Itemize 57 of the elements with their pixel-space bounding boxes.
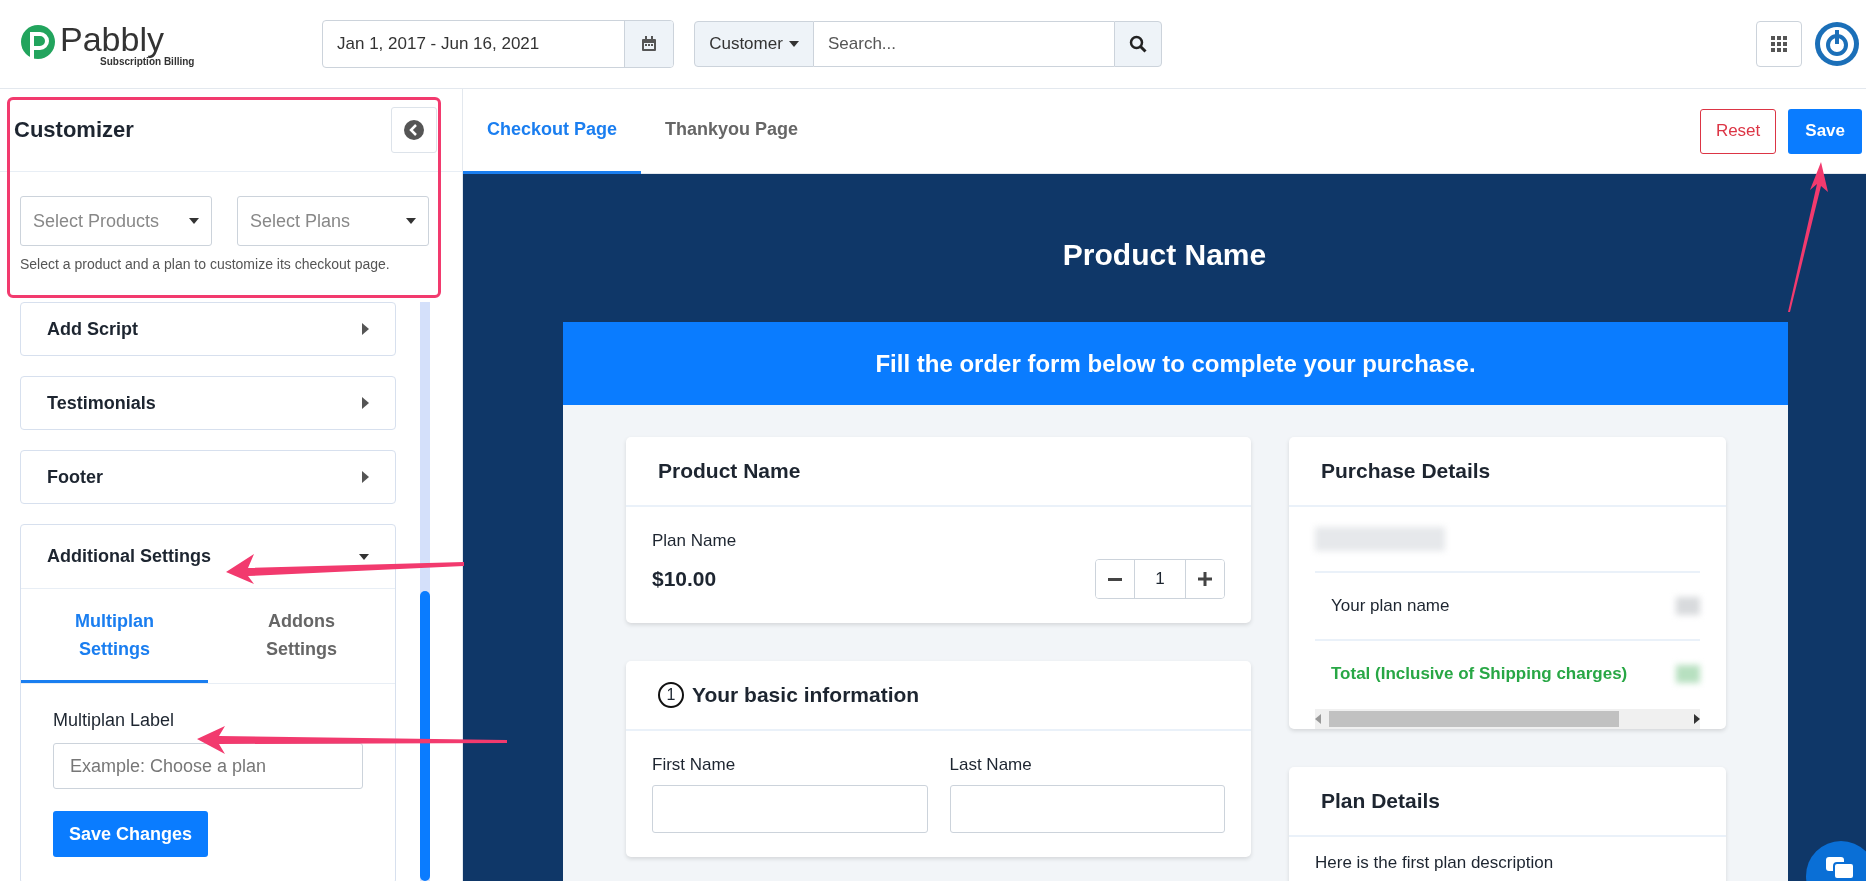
horizontal-scrollbar[interactable] (1315, 709, 1700, 729)
help-text: Select a product and a plan to customize its checkout page. (19, 255, 391, 272)
apps-button[interactable] (1756, 21, 1802, 67)
price: $10.00 (652, 567, 717, 591)
settings-tab[interactable]: Addons Settings (208, 589, 395, 683)
scroll-right-icon (1694, 714, 1700, 724)
text-field[interactable] (949, 785, 1225, 833)
scrollbar-thumb[interactable] (420, 591, 430, 881)
total-label: Total (Inclusive of Shipping charges) (1331, 664, 1628, 684)
calendar-button[interactable] (625, 21, 673, 67)
save-button[interactable]: Save (1788, 108, 1862, 154)
card-title: Plan Details (1321, 789, 1441, 813)
caret-icon (788, 41, 799, 47)
form-banner: Fill the order form below to complete your purchase. (563, 322, 1788, 405)
save-changes-button[interactable]: Save Changes (53, 811, 209, 857)
plus-icon (1198, 572, 1212, 586)
caret-icon (406, 218, 416, 224)
settings-tab[interactable]: Multiplan Settings (21, 589, 208, 683)
search-scope-dropdown[interactable]: Customer (694, 21, 814, 67)
page-title: Product Name (1062, 238, 1267, 272)
step-number: 1 (658, 682, 684, 708)
multiplan-label-field[interactable]: Example: Choose a plan (53, 743, 363, 789)
grid-icon (1771, 36, 1787, 52)
minus-icon (1108, 577, 1122, 581)
text-field[interactable] (652, 785, 928, 833)
product-select[interactable]: Select Products (20, 196, 212, 246)
page-tab[interactable]: Thankyou Page (641, 88, 823, 174)
scrollbar[interactable] (420, 302, 430, 881)
search-field[interactable]: Search... (814, 21, 1114, 67)
plan-name: Plan Name (652, 531, 737, 550)
scroll-left-icon (1315, 714, 1321, 724)
chat-icon (1826, 857, 1856, 881)
section-header[interactable]: Add Script (21, 303, 395, 355)
quantity-stepper[interactable]: 1 (1095, 559, 1225, 599)
field-label: First Name (652, 755, 737, 775)
field-label: Last Name (949, 755, 1033, 775)
plan-description: Here is the first plan description (1314, 852, 1555, 874)
card-title: Your basic information (692, 683, 920, 707)
panel-title: Customizer (14, 117, 134, 143)
plan-select[interactable]: Select Plans (237, 196, 429, 246)
calendar-icon (641, 36, 657, 52)
field-label: Multiplan Label (53, 710, 176, 731)
card-title: Product Name (658, 459, 801, 483)
section-header[interactable]: Testimonials (21, 377, 395, 429)
blurred-text (1676, 597, 1700, 615)
chevron-left-icon (404, 120, 424, 140)
collapse-button[interactable] (391, 107, 437, 153)
avatar-icon[interactable] (1814, 21, 1860, 67)
line-item-label: Your plan name (1331, 596, 1450, 616)
search-button[interactable] (1114, 21, 1162, 67)
blurred-text (1676, 665, 1700, 683)
section-header[interactable]: Footer (21, 451, 395, 503)
logo-name: Pabbly (60, 21, 164, 56)
card-title: Purchase Details (1321, 459, 1491, 483)
caret-icon (189, 218, 199, 224)
reset-button[interactable]: Reset (1699, 108, 1777, 154)
search-icon (1129, 35, 1147, 53)
